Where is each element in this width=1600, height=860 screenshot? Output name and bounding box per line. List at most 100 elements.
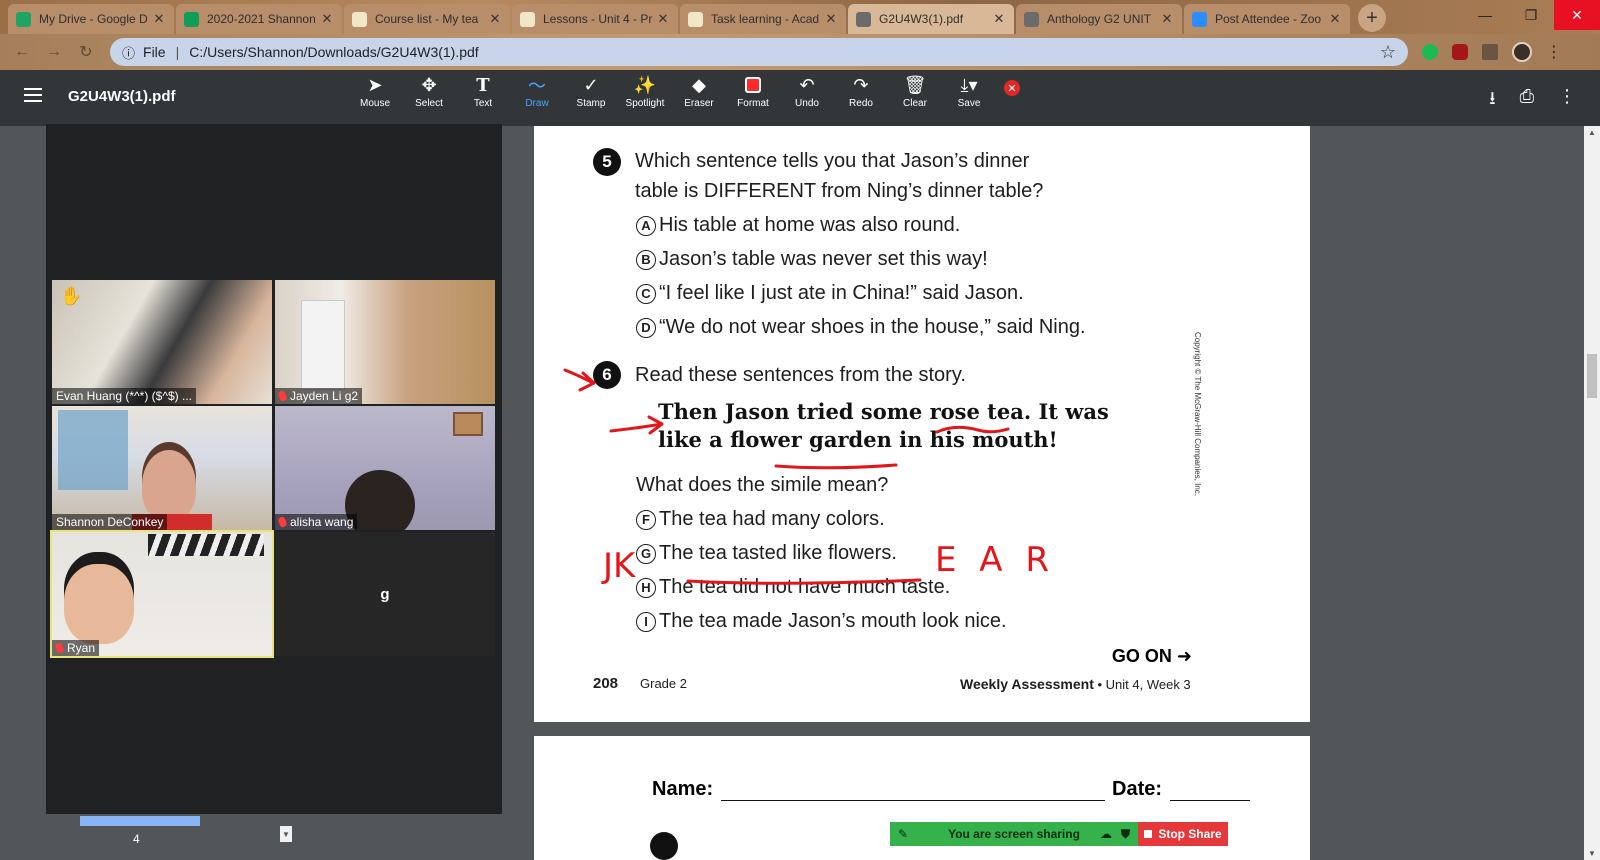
browser-tab[interactable]: Anthology G2 UNIT ✕ bbox=[1016, 4, 1182, 34]
spotlight-wand-icon: ✨ bbox=[633, 74, 657, 95]
participant-name: alisha wang bbox=[290, 515, 354, 529]
scroll-down-arrow-icon[interactable]: ▼ bbox=[1584, 849, 1600, 858]
close-annotation-icon[interactable]: ✕ bbox=[1004, 80, 1020, 96]
download-icon[interactable]: ⭳ bbox=[1489, 86, 1495, 116]
browser-tab[interactable]: Lessons - Unit 4 - Pr ✕ bbox=[512, 4, 678, 34]
profile-avatar[interactable] bbox=[1512, 42, 1532, 62]
go-on-label: GO ON ➜ bbox=[1111, 646, 1192, 666]
scroll-down-arrow-icon[interactable]: ▼ bbox=[280, 826, 292, 842]
participant-name: Evan Huang (*^*) ($^$) ... bbox=[56, 389, 192, 403]
scroll-thumb[interactable] bbox=[1587, 354, 1597, 398]
close-tab-icon[interactable]: ✕ bbox=[992, 11, 1006, 27]
video-tile-evan[interactable]: ✋ Evan Huang (*^*) ($^$) ... bbox=[52, 280, 272, 404]
participant-name: g bbox=[380, 585, 390, 603]
annotation-toolbar: ➤ Mouse ✥ Select T Text 〜 Draw ✓ Stamp ✨ Spotl… bbox=[348, 72, 1020, 122]
url-text[interactable]: C:/Users/Shannon/Downloads/G2U4W3(1).pdf bbox=[189, 44, 1380, 60]
close-tab-icon[interactable]: ✕ bbox=[320, 11, 334, 27]
close-tab-icon[interactable]: ✕ bbox=[1328, 11, 1342, 27]
tool-draw[interactable]: 〜 Draw bbox=[510, 72, 564, 122]
browser-tab[interactable]: My Drive - Google D ✕ bbox=[8, 4, 174, 34]
close-tab-icon[interactable]: ✕ bbox=[152, 11, 166, 27]
omnibox[interactable]: ⓘ File | C:/Users/Shannon/Downloads/G2U4… bbox=[110, 38, 1408, 66]
tool-select[interactable]: ✥ Select bbox=[402, 72, 456, 122]
video-tile-g[interactable]: g bbox=[275, 532, 495, 656]
tool-redo[interactable]: ↷ Redo bbox=[834, 72, 888, 122]
tab-title: Task learning - Acad bbox=[711, 12, 820, 26]
video-tile-ryan[interactable]: Ryan bbox=[50, 530, 274, 658]
forward-icon[interactable]: → bbox=[40, 38, 68, 66]
print-icon[interactable]: ⎙ bbox=[1520, 86, 1534, 116]
extension-green-icon[interactable] bbox=[1422, 44, 1438, 60]
tool-eraser[interactable]: ◆ Eraser bbox=[672, 72, 726, 122]
restore-icon[interactable]: ❐ bbox=[1508, 0, 1554, 30]
tool-undo[interactable]: ↶ Undo bbox=[780, 72, 834, 122]
tab-title: 2020-2021 Shannon bbox=[207, 12, 316, 26]
browser-tab[interactable]: Task learning - Acad ✕ bbox=[680, 4, 846, 34]
classroom-wall bbox=[58, 410, 128, 490]
hamburger-menu-icon[interactable] bbox=[24, 88, 42, 106]
tool-format[interactable]: Format bbox=[726, 72, 780, 122]
drag-handle-icon[interactable]: ✎ bbox=[898, 827, 908, 841]
new-tab-button[interactable]: + bbox=[1358, 4, 1386, 32]
option-h[interactable]: H The tea did not have much taste. bbox=[636, 576, 950, 599]
participant-name: Shannon DeConkey bbox=[56, 515, 164, 529]
browser-tab[interactable]: Post Attendee - Zoo ✕ bbox=[1184, 4, 1350, 34]
redo-icon: ↷ bbox=[853, 74, 869, 95]
date-field: Date: bbox=[1112, 778, 1251, 801]
bookmark-star-icon[interactable]: ☆ bbox=[1380, 42, 1396, 63]
video-tile-jayden[interactable]: Jayden Li g2 bbox=[275, 280, 495, 404]
tab-title: Anthology G2 UNIT bbox=[1047, 12, 1152, 26]
option-c[interactable]: C “I feel like I just ate in China!” said… bbox=[636, 282, 1024, 305]
pdf-file-title: G2U4W3(1).pdf bbox=[68, 88, 176, 105]
close-tab-icon[interactable]: ✕ bbox=[1160, 11, 1174, 27]
close-window-icon[interactable]: ✕ bbox=[1554, 0, 1600, 30]
extension-ublock-icon[interactable] bbox=[1452, 44, 1468, 60]
question-number: 6 bbox=[593, 361, 621, 389]
tab-list: My Drive - Google D ✕ 2020-2021 Shannon ✕ Co… bbox=[8, 4, 1352, 34]
tool-stamp[interactable]: ✓ Stamp bbox=[564, 72, 618, 122]
video-tile-shannon[interactable]: Shannon DeConkey bbox=[52, 406, 272, 530]
option-a[interactable]: A His table at home was also round. bbox=[636, 214, 960, 237]
muted-mic-icon bbox=[277, 516, 288, 528]
scroll-up-arrow-icon[interactable]: ▲ bbox=[1584, 128, 1600, 137]
browser-tab[interactable]: G2U4W3(1).pdf ✕ bbox=[848, 4, 1014, 34]
browser-tab[interactable]: 2020-2021 Shannon ✕ bbox=[176, 4, 342, 34]
doc-icon bbox=[688, 11, 703, 27]
close-tab-icon[interactable]: ✕ bbox=[824, 11, 838, 27]
stop-share-button[interactable]: Stop Share bbox=[1138, 822, 1228, 846]
page-number: 208 bbox=[593, 675, 619, 692]
assessment-label: Weekly Assessment • Unit 4, Week 3 bbox=[960, 676, 1191, 692]
pdf-scrollbar[interactable]: ▲ ▼ bbox=[1584, 126, 1600, 860]
browser-menu-icon[interactable]: ⋮ bbox=[1540, 38, 1568, 66]
address-bar: ← → ↻ ⓘ File | C:/Users/Shannon/Download… bbox=[0, 34, 1600, 70]
tool-spotlight[interactable]: ✨ Spotlight bbox=[618, 72, 672, 122]
tool-save[interactable]: ⤓▾ Save bbox=[942, 72, 996, 122]
scheme-label: File bbox=[143, 44, 166, 60]
back-icon[interactable]: ← bbox=[8, 38, 36, 66]
question-6-text: What does the simile mean? bbox=[636, 474, 889, 496]
globe-icon bbox=[856, 11, 871, 27]
option-g[interactable]: G The tea tasted like flowers. bbox=[636, 542, 897, 565]
reload-icon[interactable]: ↻ bbox=[72, 38, 100, 66]
question-6-prompt: Read these sentences from the story. bbox=[635, 364, 966, 386]
option-b[interactable]: B Jason’s table was never set this way! bbox=[636, 248, 988, 271]
tool-clear[interactable]: 🗑 Clear bbox=[888, 72, 942, 122]
close-tab-icon[interactable]: ✕ bbox=[488, 11, 502, 27]
option-i[interactable]: I The tea made Jason’s mouth look nice. bbox=[636, 610, 1007, 633]
extensions-puzzle-icon[interactable] bbox=[1482, 44, 1498, 60]
tool-mouse[interactable]: ➤ Mouse bbox=[348, 72, 402, 122]
more-options-icon[interactable]: ⋮ bbox=[1558, 86, 1576, 116]
tab-title: My Drive - Google D bbox=[39, 12, 148, 26]
page-thumbnail[interactable] bbox=[80, 816, 200, 826]
minimize-icon[interactable]: — bbox=[1462, 0, 1508, 30]
close-tab-icon[interactable]: ✕ bbox=[656, 11, 670, 27]
browser-tab[interactable]: Course list - My tea ✕ bbox=[344, 4, 510, 34]
tool-text[interactable]: T Text bbox=[456, 72, 510, 122]
option-f[interactable]: F The tea had many colors. bbox=[636, 508, 885, 531]
text-t-icon: T bbox=[476, 74, 490, 96]
sharing-status[interactable]: ✎ You are screen sharing ☁ ⛊ bbox=[890, 822, 1138, 846]
info-icon[interactable]: ⓘ bbox=[122, 43, 135, 62]
option-d[interactable]: D “We do not wear shoes in the house,” sa… bbox=[636, 316, 1086, 339]
video-tile-alisha[interactable]: alisha wang bbox=[275, 406, 495, 530]
squiggle-icon: 〜 bbox=[528, 76, 546, 96]
